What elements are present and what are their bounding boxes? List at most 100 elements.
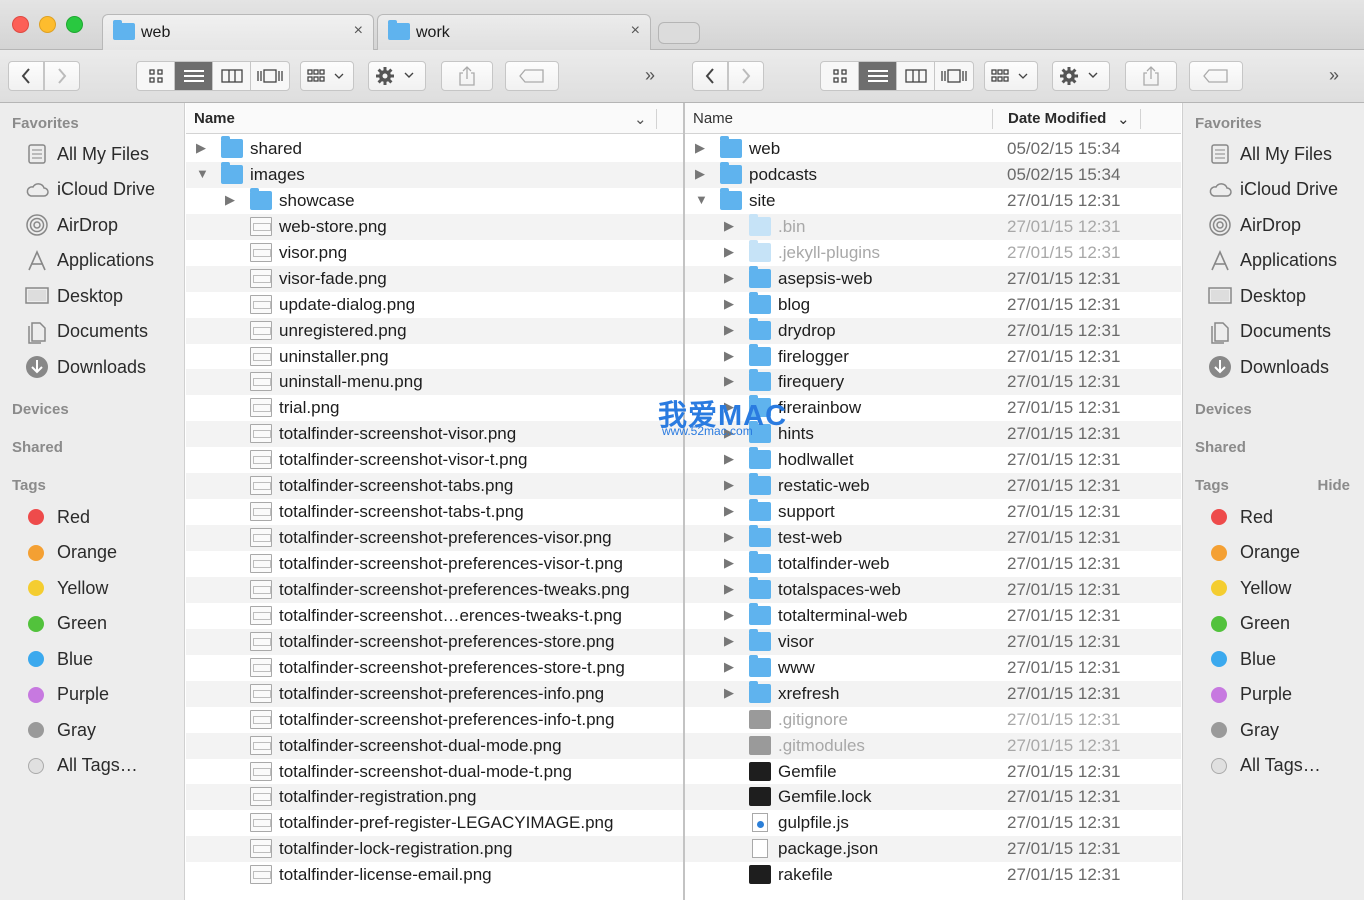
back-button[interactable] xyxy=(8,61,44,91)
tag-button[interactable] xyxy=(1189,61,1243,91)
table-row[interactable]: ▶ firelogger 27/01/15 12:31 xyxy=(685,343,1181,370)
table-row[interactable]: ▶ podcasts 05/02/15 15:34 xyxy=(685,161,1181,188)
table-row[interactable]: totalfinder-screenshot-preferences-store… xyxy=(186,628,683,655)
tab-web[interactable]: web × xyxy=(102,14,374,50)
table-row[interactable]: ▶ visor 27/01/15 12:31 xyxy=(685,628,1181,655)
disclosure-closed-icon[interactable]: ▶ xyxy=(724,581,734,597)
table-row[interactable]: ▶ test-web 27/01/15 12:31 xyxy=(685,525,1181,551)
table-row[interactable]: ▼ images xyxy=(186,161,683,188)
table-row[interactable]: ▶ totalfinder-web 27/01/15 12:31 xyxy=(685,551,1181,577)
disclosure-closed-icon[interactable]: ▶ xyxy=(724,685,734,701)
disclosure-closed-icon[interactable]: ▶ xyxy=(724,529,734,545)
sidebar-item-downloads[interactable]: Downloads xyxy=(1207,352,1329,382)
disclosure-closed-icon[interactable]: ▶ xyxy=(724,373,734,389)
table-row[interactable]: totalfinder-screenshot-tabs-t.png xyxy=(186,499,683,525)
table-row[interactable]: ▶ shared xyxy=(186,136,683,162)
table-row[interactable]: totalfinder-screenshot-preferences-info.… xyxy=(186,680,683,707)
tag-button[interactable] xyxy=(505,61,559,91)
view-mode-selector[interactable] xyxy=(820,61,974,91)
table-row[interactable]: .gitignore 27/01/15 12:31 xyxy=(685,707,1181,733)
icon-view-button[interactable] xyxy=(137,62,175,90)
disclosure-closed-icon[interactable]: ▶ xyxy=(724,451,734,467)
disclosure-closed-icon[interactable]: ▶ xyxy=(724,503,734,519)
sidebar-tag-red[interactable]: Red xyxy=(1207,502,1273,532)
back-button[interactable] xyxy=(692,61,728,91)
disclosure-closed-icon[interactable]: ▶ xyxy=(724,633,734,649)
table-row[interactable]: ▶ web 05/02/15 15:34 xyxy=(685,136,1181,162)
sidebar-item-icloud-drive[interactable]: iCloud Drive xyxy=(1207,175,1338,205)
minimize-window-button[interactable] xyxy=(39,16,56,33)
table-row[interactable]: Gemfile 27/01/15 12:31 xyxy=(685,759,1181,785)
column-view-button[interactable] xyxy=(213,62,251,90)
sidebar-tag-blue[interactable]: Blue xyxy=(1207,644,1276,674)
sidebar-tag-orange[interactable]: Orange xyxy=(24,538,117,568)
table-row[interactable]: visor-fade.png xyxy=(186,265,683,292)
table-row[interactable]: ▶ xrefresh 27/01/15 12:31 xyxy=(685,680,1181,707)
sidebar-tag-all-tags[interactable]: All Tags… xyxy=(1207,751,1321,781)
table-row[interactable]: ▶ totalspaces-web 27/01/15 12:31 xyxy=(685,576,1181,603)
sidebar-item-documents[interactable]: Documents xyxy=(24,317,148,347)
table-row[interactable]: totalfinder-screenshot-preferences-visor… xyxy=(186,525,683,551)
name-column-header[interactable]: Name xyxy=(194,110,235,127)
view-mode-selector[interactable] xyxy=(136,61,290,91)
table-row[interactable]: ▶ totalterminal-web 27/01/15 12:31 xyxy=(685,602,1181,629)
sidebar-tag-green[interactable]: Green xyxy=(1207,609,1290,639)
icon-view-button[interactable] xyxy=(821,62,859,90)
sidebar-item-icloud-drive[interactable]: iCloud Drive xyxy=(24,175,155,205)
table-row[interactable]: totalfinder-license-email.png xyxy=(186,862,683,888)
forward-button[interactable] xyxy=(728,61,764,91)
disclosure-closed-icon[interactable]: ▶ xyxy=(724,244,734,260)
disclosure-closed-icon[interactable]: ▶ xyxy=(196,140,206,156)
sidebar-tag-gray[interactable]: Gray xyxy=(24,715,96,745)
table-row[interactable]: ▶ blog 27/01/15 12:31 xyxy=(685,291,1181,318)
column-view-button[interactable] xyxy=(897,62,935,90)
list-view-button[interactable] xyxy=(859,62,897,90)
disclosure-closed-icon[interactable]: ▶ xyxy=(724,348,734,364)
table-row[interactable]: visor.png xyxy=(186,240,683,266)
table-row[interactable]: rakefile 27/01/15 12:31 xyxy=(685,862,1181,888)
sidebar-item-desktop[interactable]: Desktop xyxy=(1207,281,1306,311)
sidebar-item-airdrop[interactable]: AirDrop xyxy=(1207,210,1301,240)
arrange-button[interactable] xyxy=(984,61,1038,91)
sidebar-item-all-my-files[interactable]: All My Files xyxy=(24,139,149,169)
disclosure-closed-icon[interactable]: ▶ xyxy=(724,477,734,493)
sidebar-item-desktop[interactable]: Desktop xyxy=(24,281,123,311)
table-row[interactable]: ▶ asepsis-web 27/01/15 12:31 xyxy=(685,265,1181,292)
disclosure-closed-icon[interactable]: ▶ xyxy=(695,166,705,182)
sidebar-item-applications[interactable]: Applications xyxy=(24,246,154,276)
sidebar-item-all-my-files[interactable]: All My Files xyxy=(1207,139,1332,169)
date-modified-column-header[interactable]: Date Modified xyxy=(1008,110,1106,127)
share-button[interactable] xyxy=(1125,61,1177,91)
table-row[interactable]: totalfinder-screenshot-preferences-visor… xyxy=(186,551,683,577)
disclosure-closed-icon[interactable]: ▶ xyxy=(724,555,734,571)
disclosure-closed-icon[interactable]: ▶ xyxy=(724,607,734,623)
table-row[interactable]: totalfinder-screenshot-visor-t.png xyxy=(186,447,683,473)
table-row[interactable]: ▶ www 27/01/15 12:31 xyxy=(685,654,1181,681)
table-row[interactable]: ▶ drydrop 27/01/15 12:31 xyxy=(685,317,1181,344)
sidebar-item-documents[interactable]: Documents xyxy=(1207,317,1331,347)
hide-tags-button[interactable]: Hide xyxy=(1317,477,1350,494)
table-row[interactable]: package.json 27/01/15 12:31 xyxy=(685,836,1181,863)
tab-work[interactable]: work × xyxy=(377,14,651,50)
sidebar-item-applications[interactable]: Applications xyxy=(1207,246,1337,276)
tab-close-button[interactable]: × xyxy=(631,22,640,40)
sidebar-tag-all-tags[interactable]: All Tags… xyxy=(24,751,138,781)
close-window-button[interactable] xyxy=(12,16,29,33)
table-row[interactable]: ▶ support 27/01/15 12:31 xyxy=(685,499,1181,525)
disclosure-closed-icon[interactable]: ▶ xyxy=(225,192,235,208)
table-row[interactable]: totalfinder-registration.png xyxy=(186,784,683,811)
toolbar-overflow-button[interactable]: » xyxy=(1329,65,1339,86)
table-row[interactable]: totalfinder-screenshot-preferences-store… xyxy=(186,655,683,681)
table-row[interactable]: ▶ restatic-web 27/01/15 12:31 xyxy=(685,473,1181,500)
forward-button[interactable] xyxy=(44,61,80,91)
tab-close-button[interactable]: × xyxy=(354,22,363,40)
sidebar-tag-purple[interactable]: Purple xyxy=(1207,680,1292,710)
disclosure-closed-icon[interactable]: ▶ xyxy=(724,659,734,675)
table-row[interactable]: gulpfile.js 27/01/15 12:31 xyxy=(685,810,1181,836)
disclosure-closed-icon[interactable]: ▶ xyxy=(724,270,734,286)
disclosure-closed-icon[interactable]: ▶ xyxy=(724,218,734,234)
table-row[interactable]: ▶ showcase xyxy=(186,187,683,214)
table-row[interactable]: totalfinder-screenshot…erences-tweaks-t.… xyxy=(186,603,683,629)
share-button[interactable] xyxy=(441,61,493,91)
toolbar-overflow-button[interactable]: » xyxy=(645,65,655,86)
